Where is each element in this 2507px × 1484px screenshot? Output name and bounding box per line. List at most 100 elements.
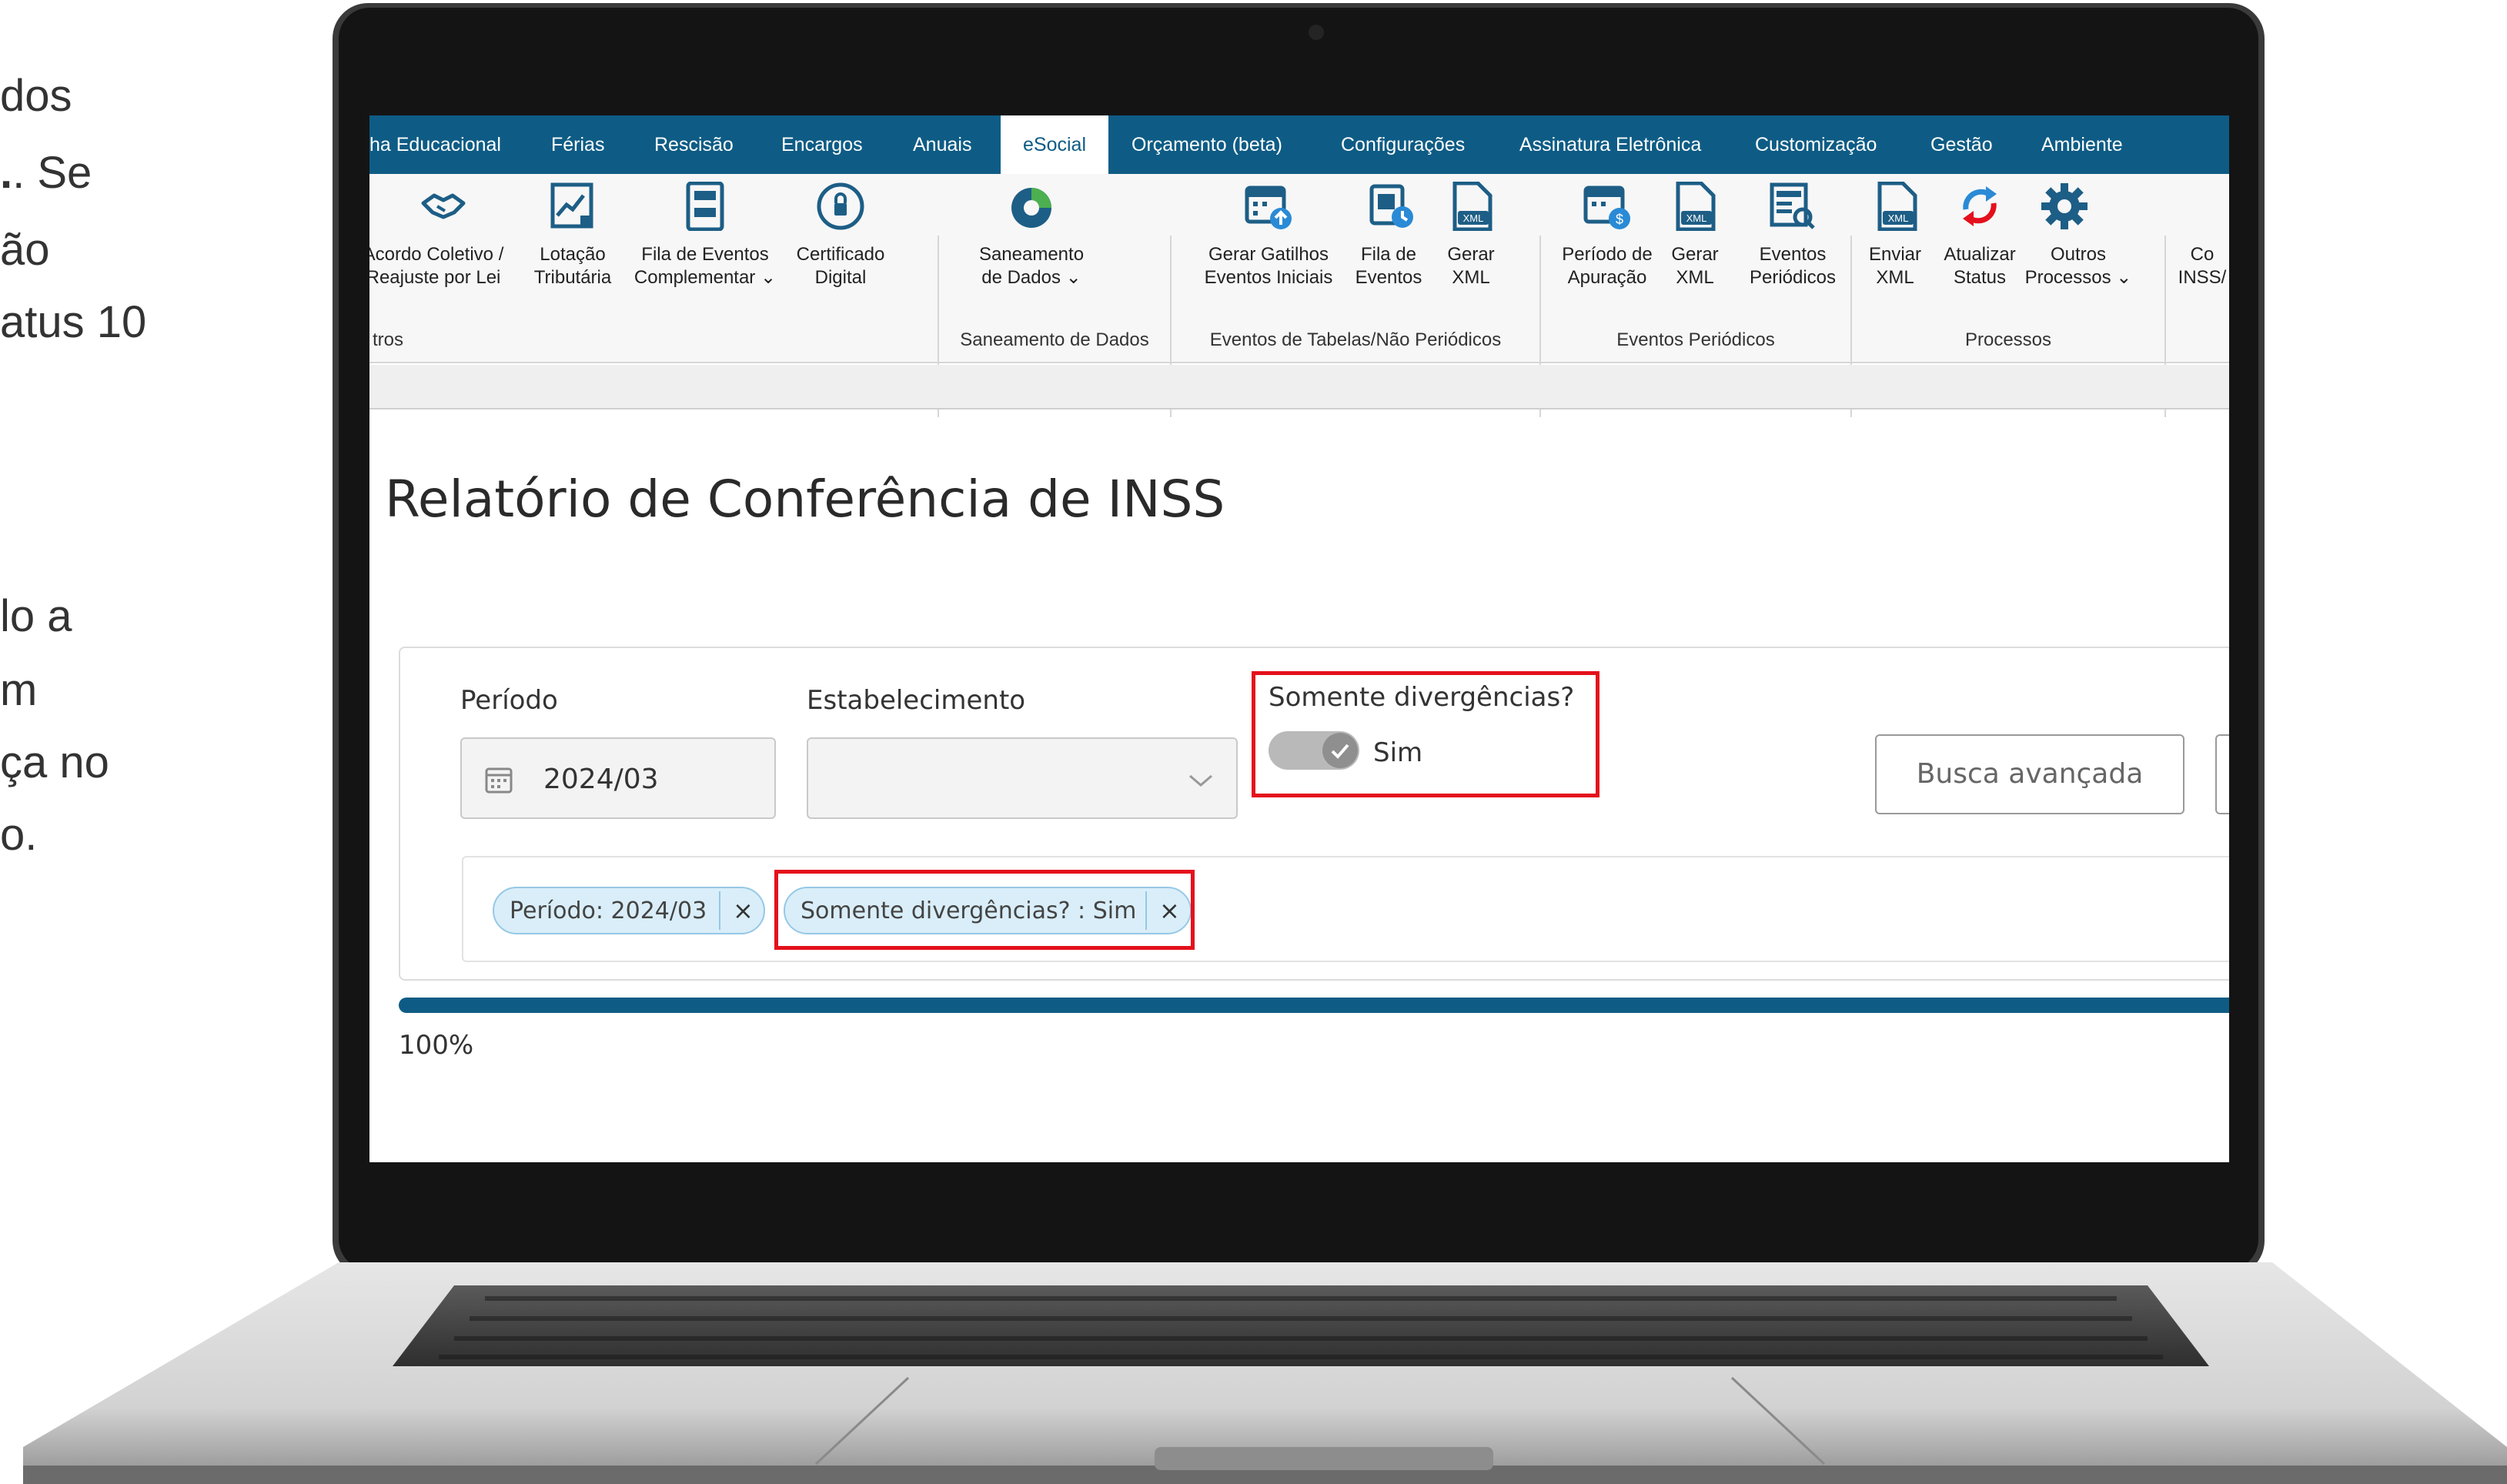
- ribbon-item-label: Atualizar: [1944, 244, 2016, 265]
- calendar-upload-icon: [1245, 186, 1292, 229]
- ribbon-certificado-digital[interactable]: Certificado Digital: [790, 243, 891, 289]
- periodo-field[interactable]: 2024/03: [460, 737, 776, 819]
- chevron-down-icon: [1189, 774, 1212, 787]
- tab-esocial[interactable]: eSocial: [1001, 115, 1108, 174]
- ribbon-item-label: Saneamento: [978, 244, 1085, 265]
- chip-remove-icon[interactable]: ×: [733, 896, 754, 925]
- left-text-line: dos: [0, 71, 72, 121]
- tab-assinatura-eletronica[interactable]: Assinatura Eletrônica: [1519, 115, 1701, 174]
- handshake-icon: [421, 193, 466, 219]
- ribbon-atualizar-status[interactable]: Atualizar Status: [1938, 243, 2021, 289]
- ribbon-item-label: Período de: [1562, 244, 1653, 265]
- tab-ferias[interactable]: Férias: [551, 115, 604, 174]
- highlight-box: [774, 870, 1195, 950]
- tab-configuracoes[interactable]: Configurações: [1341, 115, 1465, 174]
- gear-icon: [2041, 183, 2087, 229]
- ribbon-acordo-coletivo[interactable]: Acordo Coletivo / Reajuste por Lei: [369, 243, 506, 289]
- left-text-line: lo a: [0, 591, 72, 641]
- ribbon-item-label: Tributária: [533, 267, 612, 288]
- xml-file-icon: XML: [1676, 182, 1716, 231]
- left-text-line: ão: [0, 225, 50, 275]
- progress-label: 100%: [399, 1030, 474, 1061]
- tab-anuais[interactable]: Anuais: [913, 115, 971, 174]
- ribbon-conferencia-inss[interactable]: Co INSS/: [2168, 243, 2229, 289]
- left-text-line: .. Se: [0, 148, 92, 198]
- ribbon-item-label: Outros: [2050, 244, 2107, 265]
- svg-text:XML: XML: [1686, 212, 1707, 224]
- ribbon-group-label: Eventos de Tabelas/Não Periódicos: [1209, 329, 1502, 350]
- ribbon-item-label: XML: [1876, 267, 1914, 288]
- xml-send-icon: XML: [1877, 182, 1917, 231]
- svg-text:XML: XML: [1888, 212, 1909, 224]
- ribbon-item-label: Processos ⌄: [2024, 267, 2132, 288]
- highlight-box: [1252, 671, 1599, 797]
- calendar-money-icon: $: [1583, 186, 1630, 229]
- ribbon-item-label: Gerar: [1671, 244, 1719, 265]
- ribbon-gerar-xml-periodico[interactable]: Gerar XML: [1663, 243, 1727, 289]
- ribbon-item-label: Eventos: [1355, 267, 1422, 288]
- left-text-line: ça no: [0, 737, 109, 787]
- ribbon-saneamento-dados[interactable]: Saneamento de Dados ⌄: [978, 243, 1085, 289]
- ribbon-outros-processos[interactable]: Outros Processos ⌄: [2024, 243, 2132, 289]
- menu-bar: ha Educacional Férias Rescisão Encargos …: [369, 115, 2229, 174]
- ribbon-item-label: Enviar: [1868, 244, 1922, 265]
- ribbon-item-label: Co: [2190, 244, 2215, 265]
- ribbon-item-label: Apuração: [1567, 267, 1647, 288]
- ribbon-item-label: Fila de Eventos: [641, 244, 769, 265]
- ribbon-group-label: Saneamento de Dados: [960, 329, 1149, 350]
- ribbon-item-label: INSS/: [2178, 267, 2227, 288]
- ribbon-item-label: Digital: [814, 267, 867, 288]
- next-button[interactable]: [2215, 734, 2229, 814]
- tab-ambiente[interactable]: Ambiente: [2041, 115, 2123, 174]
- estabelecimento-label: Estabelecimento: [807, 685, 1026, 716]
- tab-rescisao[interactable]: Rescisão: [654, 115, 734, 174]
- ribbon-item-label: Gerar: [1447, 244, 1495, 265]
- periodo-value: 2024/03: [543, 764, 659, 795]
- ribbon-item-label: Certificado: [796, 244, 885, 265]
- ribbon-group-label: tros: [373, 329, 404, 350]
- periodic-events-icon: [1770, 182, 1815, 229]
- chip-divider: [719, 891, 720, 930]
- svg-text:XML: XML: [1463, 212, 1484, 224]
- tab-orcamento[interactable]: Orçamento (beta): [1131, 115, 1282, 174]
- pie-chart-icon: [1011, 188, 1051, 228]
- ribbon-lotacao-tributaria[interactable]: Lotação Tributária: [526, 243, 619, 289]
- left-text-fragment: . Se: [12, 148, 92, 198]
- ribbon-fila-de-eventos[interactable]: Fila de Eventos: [1349, 243, 1429, 289]
- ribbon-item-label: XML: [1452, 267, 1490, 288]
- app-screen: ha Educacional Férias Rescisão Encargos …: [369, 115, 2229, 1162]
- ribbon-enviar-xml[interactable]: Enviar XML: [1863, 243, 1927, 289]
- chip-label: Período: 2024/03: [510, 897, 707, 924]
- progress-bar: [399, 998, 2229, 1013]
- filter-chip-periodo: Período: 2024/03 ×: [493, 887, 765, 934]
- refresh-icon: [1963, 186, 1997, 226]
- ribbon-fila-eventos-complementar[interactable]: Fila de Eventos Complementar ⌄: [631, 243, 779, 289]
- ribbon-periodo-apuracao[interactable]: Período de Apuração: [1555, 243, 1660, 289]
- laptop-base: [23, 1262, 2507, 1484]
- ribbon-gerar-gatilhos[interactable]: Gerar Gatilhos Eventos Iniciais: [1196, 243, 1341, 289]
- ribbon-item-label: Eventos Iniciais: [1204, 267, 1333, 288]
- event-queue-icon: [1369, 184, 1413, 228]
- lock-icon: [817, 182, 864, 230]
- tab-encargos[interactable]: Encargos: [781, 115, 863, 174]
- left-text-line: atus 10: [0, 297, 147, 347]
- ribbon-eventos-periodicos[interactable]: Eventos Periódicos: [1744, 243, 1841, 289]
- ribbon-item-label: Complementar ⌄: [633, 267, 777, 288]
- busca-avancada-button[interactable]: Busca avançada: [1875, 734, 2184, 814]
- queue-list-icon: [686, 182, 724, 231]
- estabelecimento-select[interactable]: [807, 737, 1238, 819]
- page-title: Relatório de Conferência de INSS: [385, 470, 1225, 529]
- tab-customizacao[interactable]: Customização: [1755, 115, 1877, 174]
- ribbon-item-label: Eventos: [1759, 244, 1827, 265]
- ribbon-group-label: Eventos Periódicos: [1616, 329, 1775, 350]
- ribbon-gerar-xml[interactable]: Gerar XML: [1436, 243, 1506, 289]
- stage: dos .. Se ão atus 10 lo a m ça no o. ha …: [0, 0, 2507, 1484]
- ribbon-item-label: Periódicos: [1749, 267, 1837, 288]
- ribbon-item-label: Fila de: [1360, 244, 1417, 265]
- calendar-icon: [485, 767, 513, 794]
- periodo-label: Período: [460, 685, 558, 716]
- tab-gestao[interactable]: Gestão: [1930, 115, 1993, 174]
- tab-folha-educacional[interactable]: ha Educacional: [369, 115, 501, 174]
- svg-text:$: $: [1616, 212, 1623, 227]
- ribbon-item-label: Acordo Coletivo /: [369, 244, 504, 265]
